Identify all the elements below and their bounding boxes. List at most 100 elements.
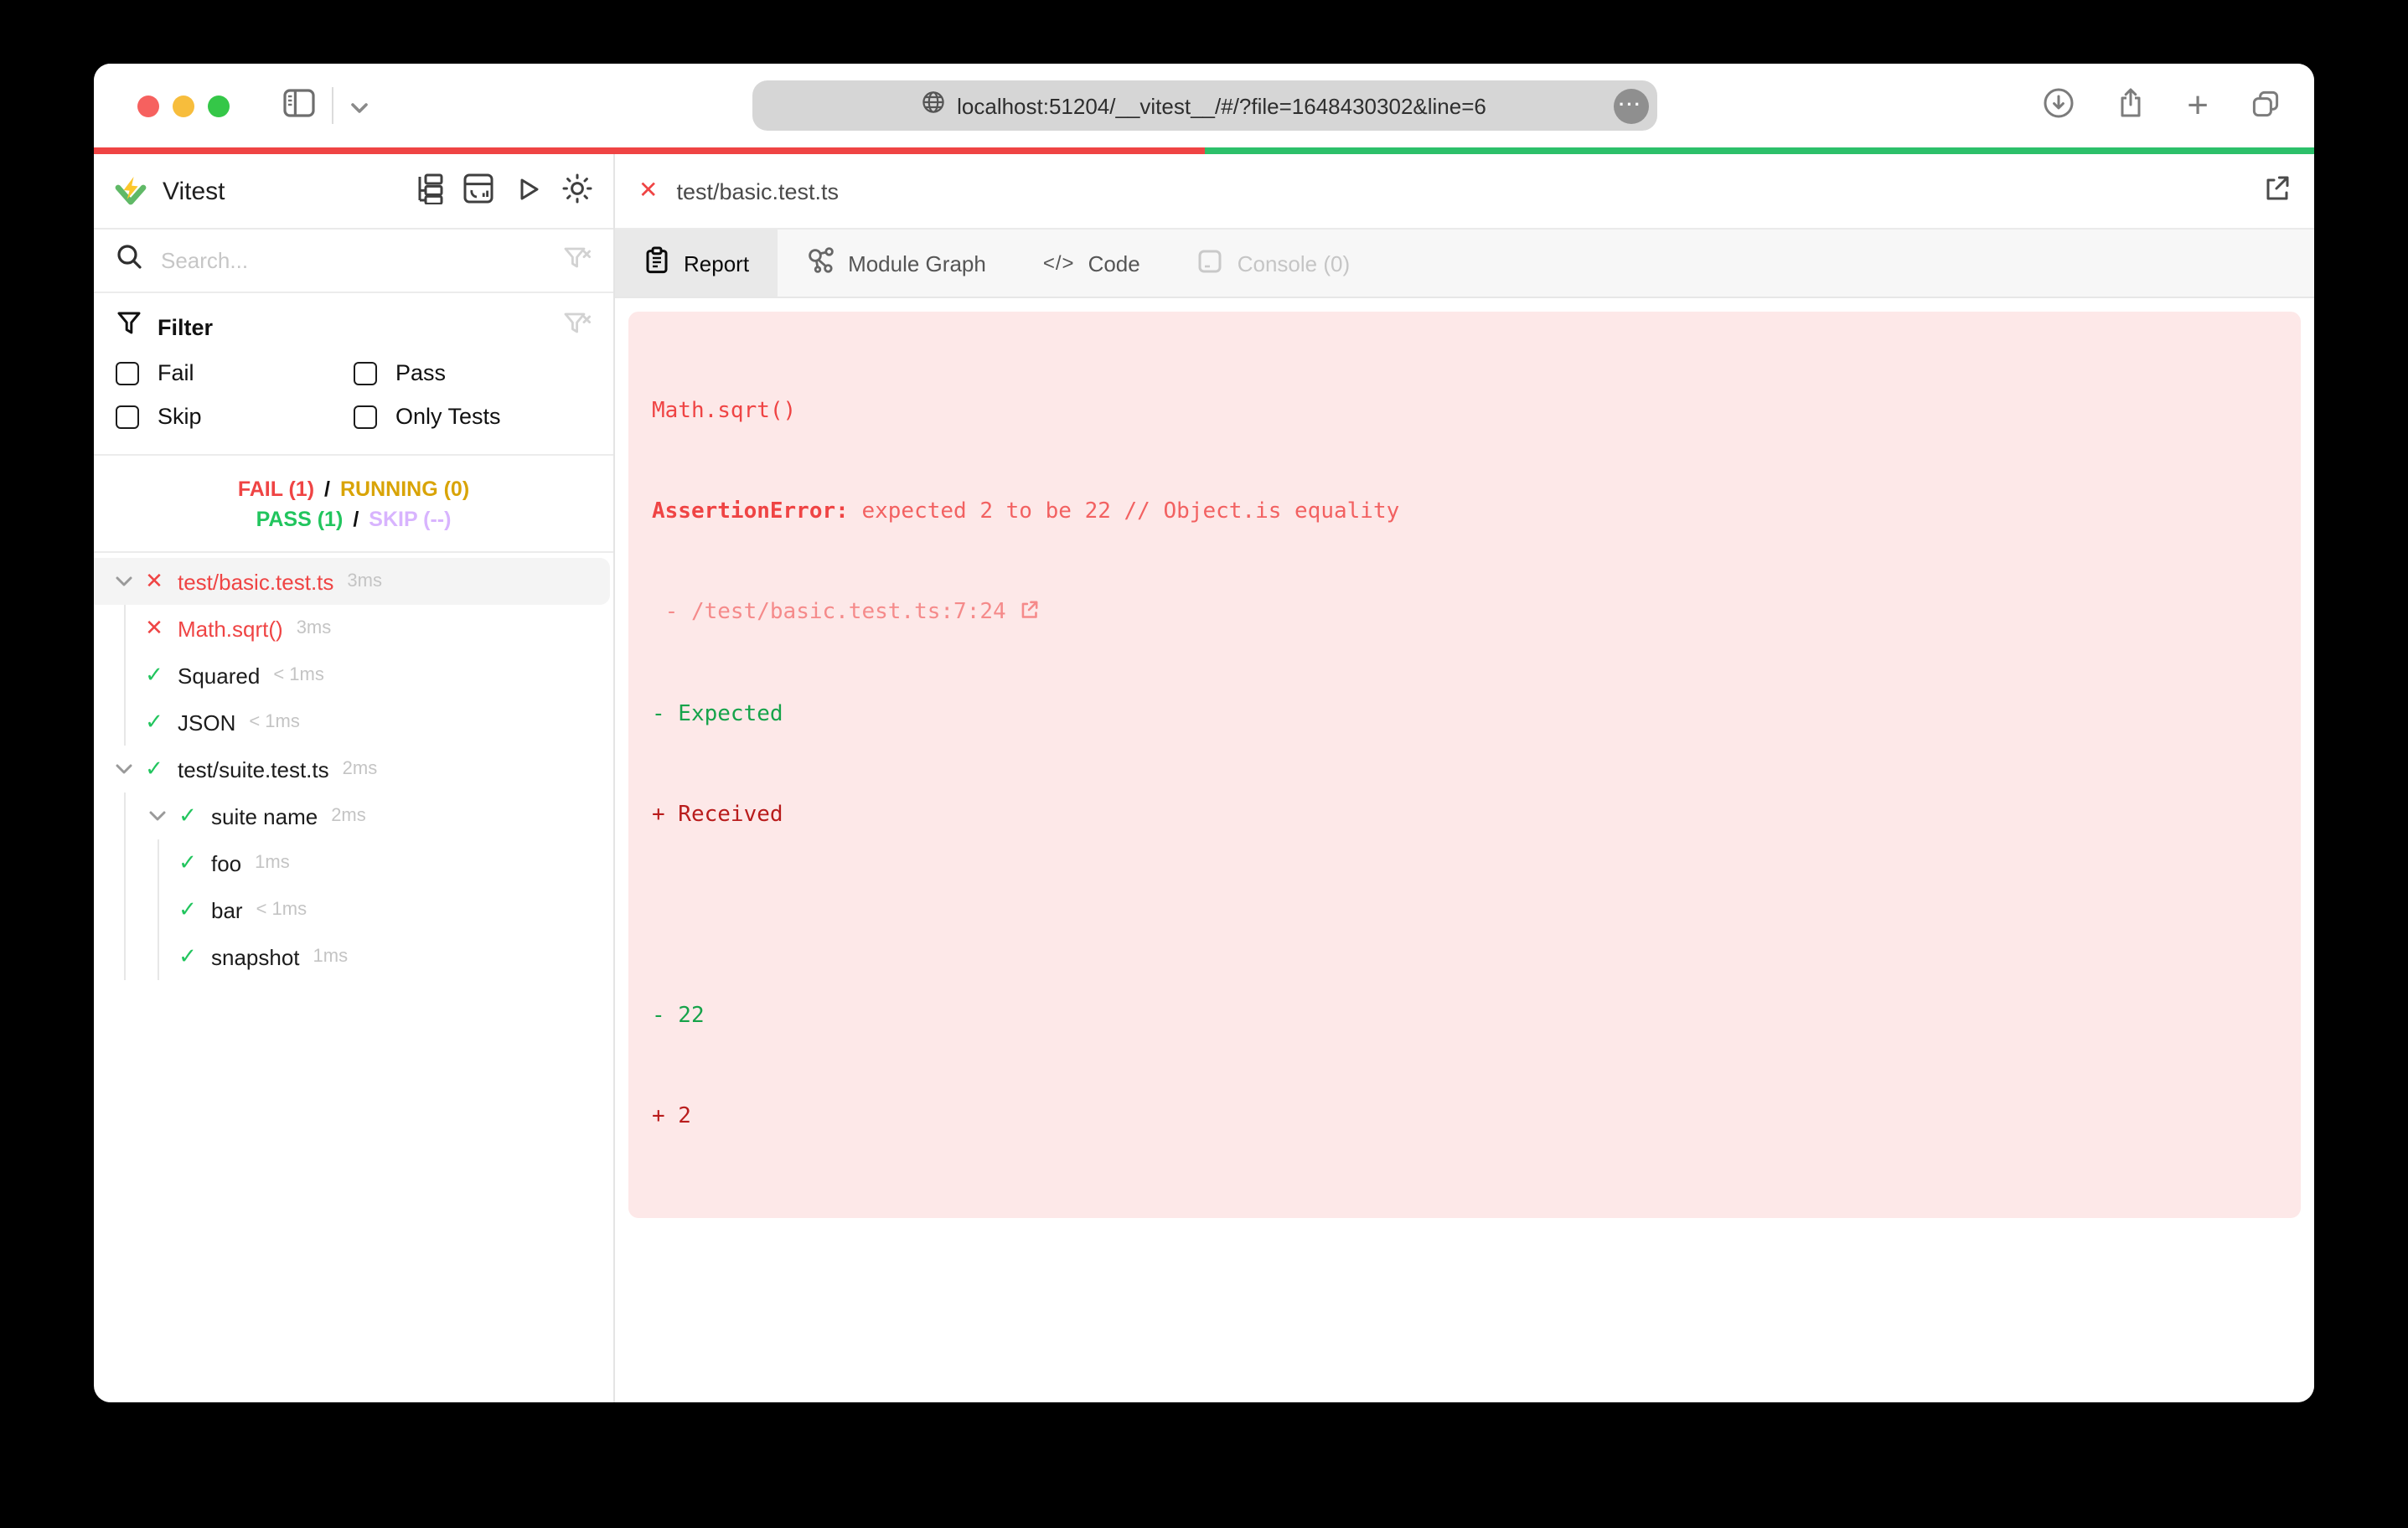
diff-line: - 22 [652,1004,705,1029]
address-bar[interactable]: localhost:51204/__vitest__/#/?file=16484… [752,80,1656,131]
tab-code-label: Code [1088,250,1140,276]
tab-report-label: Report [684,250,750,276]
traffic-lights [137,95,230,116]
diff-line: + Received [652,803,783,828]
pass-icon: ✓ [178,944,197,969]
open-file-name: test/basic.test.ts [676,178,840,204]
sidebar: Vitest Search... Filter Fail Pass Skip O… [94,154,615,1402]
search-input[interactable] [158,246,548,275]
chevron-down-icon[interactable] [107,746,141,792]
tab-group-chevron-button[interactable] [350,93,369,118]
tree-row-foo[interactable]: ✓ foo 1ms [94,839,613,886]
stack-trace-line: - /test/basic.test.ts:7:24 [652,596,2277,632]
collapse-tests-button[interactable] [412,173,444,209]
tree-row-suite-name[interactable]: ✓ suite name 2ms [94,792,613,839]
tab-console-label: Console (0) [1237,250,1351,276]
pass-count: PASS (1) [256,507,344,530]
open-in-editor-button[interactable] [2262,174,2291,208]
report-view: Math.sqrt() AssertionError: expected 2 t… [615,298,2314,1402]
filter-option-fail: Fail [116,360,354,385]
tab-code[interactable]: </> Code [1015,230,1169,297]
minimize-window-button[interactable] [173,95,194,116]
pass-icon: ✓ [145,663,163,688]
diff-line [652,900,2277,933]
fail-count: FAIL (1) [237,477,315,500]
filter-clear-icon [563,245,592,276]
test-summary: FAIL (1) / RUNNING (0) PASS (1) / SKIP (… [94,456,613,553]
tree-guide [158,886,159,933]
tree-guide [158,839,159,886]
browser-toolbar: localhost:51204/__vitest__/#/?file=16484… [94,64,2314,147]
console-icon [1197,247,1224,279]
chevron-down-icon[interactable] [107,558,141,605]
tree-guide [124,605,126,652]
run-all-tests-button[interactable] [513,173,543,209]
stack-file-link[interactable]: /test/basic.test.ts:7:24 [691,600,1006,625]
error-panel: Math.sqrt() AssertionError: expected 2 t… [628,312,2301,1218]
fail-checkbox-label: Fail [158,360,194,385]
zoom-window-button[interactable] [208,95,230,116]
tree-row-suite-test-file[interactable]: ✓ test/suite.test.ts 2ms [94,746,613,792]
tree-row-bar[interactable]: ✓ bar < 1ms [94,886,613,933]
search-icon [116,243,142,278]
tab-module-graph-label: Module Graph [848,250,986,276]
clear-filter-button[interactable] [563,312,592,342]
tree-row-json[interactable]: ✓ JSON < 1ms [94,699,613,746]
tab-console[interactable]: Console (0) [1169,230,1378,297]
vitest-logo-icon [114,174,147,208]
fail-icon: ✕ [145,569,163,594]
tree-guide [124,652,126,699]
clear-search-button[interactable] [563,245,592,276]
external-link-icon[interactable] [1019,601,1039,627]
search-bar [94,230,613,293]
test-progress-bar [94,147,2314,154]
tree-guide [124,699,126,746]
filter-title: Filter [158,314,214,339]
pass-icon: ✓ [178,897,197,922]
fail-checkbox[interactable] [116,361,139,385]
tab-overview-icon [2250,88,2281,123]
tree-row-snapshot[interactable]: ✓ snapshot 1ms [94,933,613,980]
diff-line: + 2 [652,1104,691,1129]
tree-row-basic-test-file[interactable]: ✕ test/basic.test.ts 3ms [94,558,610,605]
tab-overview-button[interactable] [2250,88,2281,123]
diff-line: - Expected [652,702,783,727]
skip-checkbox-label: Skip [158,404,202,429]
plus-icon: + [2187,84,2209,126]
tab-report[interactable]: Report [615,230,778,297]
tree-list-icon [412,173,444,209]
test-tree: ✕ test/basic.test.ts 3ms ✕ Math.sqrt() 3… [94,553,613,1402]
downloads-button[interactable] [2043,87,2075,124]
tab-module-graph[interactable]: Module Graph [778,230,1015,297]
running-count: RUNNING (0) [340,477,470,500]
filter-section: Filter Fail Pass Skip Only Tests [94,293,613,456]
share-icon [2116,87,2145,124]
tree-row-squared[interactable]: ✓ Squared < 1ms [94,652,613,699]
open-file-bar: ✕ test/basic.test.ts [615,154,2314,230]
sidebar-toggle-button[interactable] [283,89,315,122]
chevron-down-icon[interactable] [141,792,174,839]
code-icon: </> [1042,251,1075,275]
close-window-button[interactable] [137,95,159,116]
toolbar-divider [332,87,333,124]
pass-checkbox[interactable] [354,361,377,385]
sun-icon [561,173,593,209]
progress-fail-segment [94,147,1204,154]
pass-checkbox-label: Pass [395,360,447,385]
fail-icon: ✕ [145,616,163,641]
page-settings-button[interactable]: ··· [1613,88,1648,123]
tree-guide [124,933,126,980]
skip-checkbox[interactable] [116,405,139,428]
only-tests-checkbox[interactable] [354,405,377,428]
report-icon [643,246,670,280]
toggle-dark-mode-button[interactable] [561,173,593,209]
share-button[interactable] [2116,87,2145,124]
tree-guide [124,886,126,933]
view-tabs: Report Module Graph </> Code Console (0) [615,230,2314,298]
funnel-icon [116,309,142,344]
tree-row-math-sqrt[interactable]: ✕ Math.sqrt() 3ms [94,605,613,652]
chevron-down-icon [350,93,369,118]
failed-test-name: Math.sqrt() [652,399,797,424]
new-tab-button[interactable]: + [2187,84,2209,126]
dashboard-button[interactable] [462,173,494,209]
